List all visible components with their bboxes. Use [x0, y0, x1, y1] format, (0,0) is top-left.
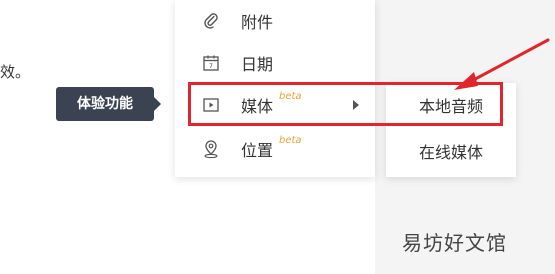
watermark: 易坊好文馆	[402, 231, 507, 255]
calendar-icon: 7	[201, 53, 221, 73]
menu-item-date[interactable]: 7 日期	[175, 42, 375, 84]
submenu-item-online-media[interactable]: 在线媒体	[386, 129, 516, 173]
paperclip-icon	[201, 11, 221, 31]
annotation-arrow-icon	[454, 38, 550, 90]
tooltip-experimental-feature: 体验功能	[56, 87, 161, 121]
menu-item-label: 位置	[241, 141, 274, 160]
menu-item-location[interactable]: 位置 beta	[175, 128, 375, 170]
menu-item-label: 日期	[241, 55, 274, 74]
beta-badge: beta	[279, 135, 302, 146]
location-pin-icon	[201, 139, 221, 159]
partial-body-text: 效。	[0, 63, 31, 81]
menu-item-label: 附件	[241, 13, 274, 32]
svg-text:7: 7	[209, 62, 213, 70]
menu-item-attachment[interactable]: 附件	[175, 0, 375, 42]
